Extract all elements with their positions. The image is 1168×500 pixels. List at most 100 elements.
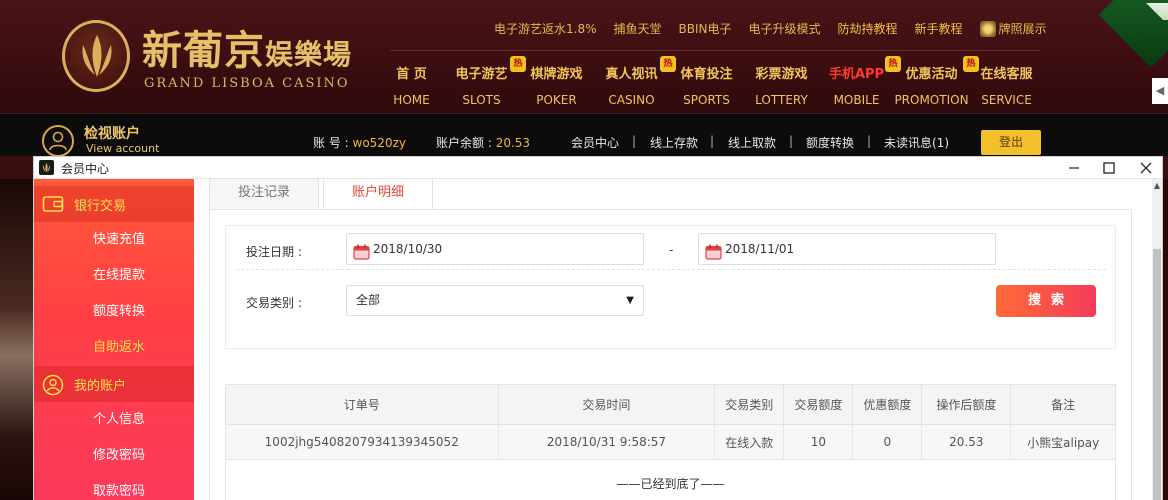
promo-link-fishing[interactable]: 捕鱼天堂 [614, 19, 662, 39]
nav-item-poker[interactable]: 棋牌游戏 POKER [519, 62, 594, 112]
nav-label-en: SPORTS [683, 93, 730, 107]
nav-label-cn: 体育投注 [680, 67, 733, 82]
nav-label-en: MOBILE [833, 93, 880, 107]
nav-item-service[interactable]: 在线客服 SERVICE 热 [963, 56, 1044, 112]
nav-item-casino[interactable]: 真人视讯 CASINO 热 [594, 56, 676, 112]
unread-messages-link[interactable]: 未读讯息(1) [884, 134, 949, 151]
sidebar-item-online-withdraw[interactable]: 在线提款 [34, 258, 194, 294]
sidebar-item-withdraw-password[interactable]: 取款密码 [34, 474, 194, 500]
promo-link-slots-rebate[interactable]: 电子游艺返水1.8% [494, 19, 597, 39]
promo-link-anti-hijack[interactable]: 防劫持教程 [838, 19, 898, 39]
sidebar-section-banking[interactable]: 银行交易 [34, 186, 194, 222]
cell-remark: 小熊宝alipay [1010, 424, 1116, 460]
nav-label-en: POKER [536, 93, 577, 107]
date-from-value: 2018/10/30 [373, 242, 443, 256]
table-row[interactable]: 1002jhg5408207934139345052 2018/10/31 9:… [225, 424, 1116, 460]
background-art [0, 179, 33, 500]
calendar-icon [705, 241, 722, 260]
nav-label-en: CASINO [608, 93, 655, 107]
maximize-button[interactable] [1091, 157, 1127, 179]
sidebar-section-label: 我的账户 [74, 379, 127, 394]
scrollbar[interactable]: ▲ [1152, 179, 1162, 500]
nav-item-lottery[interactable]: 彩票游戏 LOTTERY [744, 62, 819, 112]
nav-label-cn: 优惠活动 [905, 67, 958, 82]
corner-ribbon[interactable] [1098, 0, 1168, 68]
username-display: 账 号 : wo520zy [313, 134, 406, 151]
wallet-icon [42, 194, 64, 214]
transactions-table: 订单号 交易时间 交易类别 交易额度 优惠额度 操作后额度 备注 1002jhg… [225, 384, 1116, 460]
scroll-up-arrow-icon[interactable]: ▲ [1152, 181, 1162, 193]
cell-order-no: 1002jhg5408207934139345052 [225, 424, 499, 460]
tab-account-details[interactable]: 账户明细 [323, 179, 433, 210]
transaction-type-select[interactable]: 全部 ▼ [346, 285, 644, 316]
nav-item-home[interactable]: 首 页 HOME [374, 62, 449, 112]
nav-label-en: LOTTERY [755, 93, 808, 107]
separator: | [632, 134, 637, 148]
user-avatar-icon[interactable] [42, 125, 74, 157]
nav-label-cn: 电子游艺 [455, 67, 508, 82]
separator: | [789, 134, 794, 148]
nav-label-en: HOME [393, 93, 430, 107]
nav-item-promotion[interactable]: 优惠活动 PROMOTION [894, 62, 969, 112]
window-title: 会员中心 [61, 162, 110, 176]
calendar-icon [353, 241, 370, 260]
cell-amount: 10 [783, 424, 854, 460]
logo-english-name: GRAND LISBOA CASINO [144, 76, 350, 91]
promo-links: 电子游艺返水1.8% 捕鱼天堂 BBIN电子 电子升级模式 防劫持教程 新手教程… [494, 19, 1064, 39]
nav-label-cn: 在线客服 [980, 67, 1033, 82]
minimize-button[interactable] [1056, 157, 1092, 179]
filter-divider [236, 269, 1106, 270]
table-header-row: 订单号 交易时间 交易类别 交易额度 优惠额度 操作后额度 备注 [225, 384, 1116, 425]
nav-label-cn: 首 页 [396, 67, 427, 82]
casino-logo[interactable]: 新葡京娱樂場 GRAND LISBOA CASINO [62, 16, 352, 98]
credit-transfer-link[interactable]: 额度转换 [806, 134, 854, 151]
sidebar-item-change-password[interactable]: 修改密码 [34, 438, 194, 474]
scrollbar-thumb[interactable] [1153, 249, 1161, 500]
col-header-amount: 交易额度 [783, 384, 854, 425]
hot-badge: 热 [963, 56, 979, 72]
promo-link-beginner[interactable]: 新手教程 [915, 19, 963, 39]
account-bar: 检视账户 View account 账 号 : wo520zy 账户余额 : 2… [0, 113, 1168, 157]
close-button[interactable] [1128, 157, 1164, 179]
col-header-balance-after: 操作后额度 [921, 384, 1012, 425]
logo-chinese-name: 新葡京娱樂場 [142, 27, 353, 74]
separator: | [710, 134, 715, 148]
col-header-type: 交易类别 [714, 384, 785, 425]
logout-button[interactable]: 登出 [981, 130, 1041, 155]
transaction-type-value: 全部 [356, 293, 381, 307]
window-titlebar[interactable]: 会员中心 [34, 157, 1162, 179]
promo-link-bbin[interactable]: BBIN电子 [679, 19, 732, 39]
username-value: wo520zy [352, 136, 406, 150]
side-panel-arrow-icon[interactable]: ◀ [1152, 78, 1168, 104]
account-details-panel: 投注日期 : 2018/10/30 - 2018/11/01 交易类别: 全部… [209, 209, 1132, 500]
promo-link-license-label: 牌照展示 [998, 22, 1047, 36]
header-divider [390, 50, 1040, 51]
date-range-dash: - [669, 243, 674, 257]
cell-time: 2018/10/31 9:58:57 [497, 424, 716, 460]
type-label: 交易类别 : [246, 296, 302, 310]
cell-type: 在线入款 [714, 424, 785, 460]
search-button[interactable]: 搜索 [996, 285, 1096, 317]
nav-label-cn: 真人视讯 [605, 67, 658, 82]
online-withdraw-link[interactable]: 线上取款 [728, 134, 776, 151]
nav-item-mobile[interactable]: 手机APP MOBILE 热 [819, 56, 901, 112]
sidebar-item-personal-info[interactable]: 个人信息 [34, 402, 194, 438]
promo-link-upgrade[interactable]: 电子升级模式 [749, 19, 821, 39]
nav-item-slots[interactable]: 电子游艺 SLOTS 热 [444, 56, 526, 112]
view-account-title[interactable]: 检视账户 [84, 123, 140, 143]
sidebar-section-my-account[interactable]: 我的账户 [34, 366, 194, 402]
tab-bet-records[interactable]: 投注记录 [209, 179, 319, 210]
date-to-input[interactable]: 2018/11/01 [698, 233, 996, 265]
col-header-order-no: 订单号 [225, 384, 499, 425]
member-sidebar: 银行交易 快速充值 在线提款 额度转换 自助返水 我的账户 个人信息 修改密码 … [34, 179, 194, 500]
date-from-input[interactable]: 2018/10/30 [346, 233, 644, 265]
online-deposit-link[interactable]: 线上存款 [650, 134, 698, 151]
member-center-link[interactable]: 会员中心 [571, 134, 619, 151]
promo-link-license[interactable]: 牌照展示 [979, 19, 1047, 39]
view-account-subtitle: View account [86, 142, 160, 155]
sidebar-item-quick-recharge[interactable]: 快速充值 [34, 222, 194, 258]
sidebar-item-credit-transfer[interactable]: 额度转换 [34, 294, 194, 330]
nav-item-sports[interactable]: 体育投注 SPORTS [669, 62, 744, 112]
sidebar-item-self-rebate[interactable]: 自助返水 [34, 330, 194, 366]
date-to-value: 2018/11/01 [725, 242, 795, 256]
